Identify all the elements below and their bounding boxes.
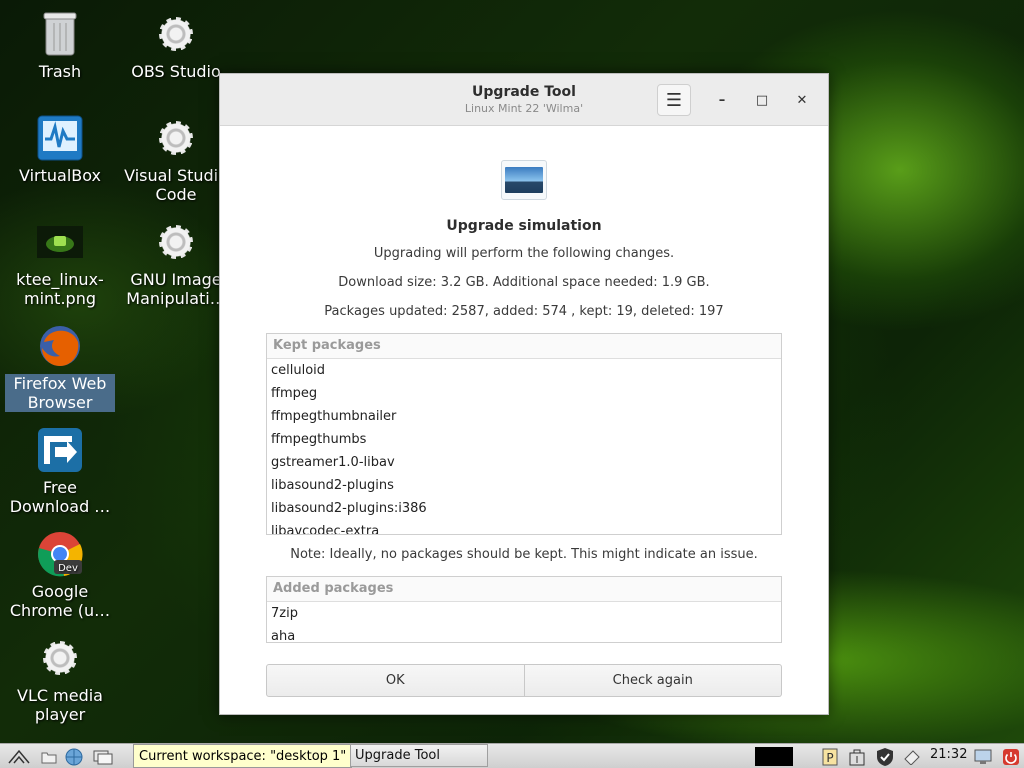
- added-packages-list[interactable]: Added packages 7zip aha: [266, 576, 782, 643]
- desktop-icon-vscode[interactable]: Visual Studio Code: [121, 114, 231, 204]
- power-icon[interactable]: [1000, 747, 1022, 766]
- list-item[interactable]: libavcodec-extra: [267, 520, 781, 534]
- ok-button[interactable]: OK: [266, 664, 525, 697]
- minimize-icon: –: [718, 92, 726, 108]
- dialog-buttons: OK Check again: [266, 664, 782, 697]
- download-size-text: Download size: 3.2 GB. Additional space …: [338, 275, 710, 290]
- gear-icon: [152, 10, 200, 58]
- firefox-icon: [36, 322, 84, 370]
- gear-icon: [152, 114, 200, 162]
- tray-blank-area: [755, 747, 793, 766]
- simulation-heading: Upgrade simulation: [446, 218, 602, 234]
- intro-text: Upgrading will perform the following cha…: [373, 246, 675, 261]
- close-button[interactable]: ✕: [792, 90, 812, 110]
- desktop-icon-label: Visual Studio Code: [124, 166, 228, 204]
- list-item[interactable]: ffmpeg: [267, 382, 781, 405]
- image-file-icon: [36, 218, 84, 266]
- packages-summary-text: Packages updated: 2587, added: 574 , kep…: [324, 304, 724, 319]
- window-subtitle: Linux Mint 22 'Wilma': [464, 102, 584, 115]
- download-manager-icon: [36, 426, 84, 474]
- desktop-icon-trash[interactable]: Trash: [5, 10, 115, 81]
- kept-packages-list[interactable]: Kept packages celluloid ffmpeg ffmpegthu…: [266, 333, 782, 535]
- desktop-icon-label: VLC media player: [17, 686, 103, 724]
- taskbar-task-upgrade-tool[interactable]: Upgrade Tool: [350, 744, 488, 767]
- upgrade-tool-window: Upgrade Tool Linux Mint 22 'Wilma' ☰ – □…: [219, 73, 829, 715]
- minimize-button[interactable]: –: [712, 90, 732, 110]
- desktop-icon-gimp[interactable]: GNU Image Manipulati…: [121, 218, 231, 308]
- list-item[interactable]: libasound2-plugins:i386: [267, 497, 781, 520]
- virtualbox-icon: [36, 114, 84, 162]
- maximize-icon: □: [755, 92, 769, 108]
- clock[interactable]: 21:32: [930, 747, 967, 762]
- svg-text:P: P: [826, 751, 833, 765]
- check-again-button[interactable]: Check again: [524, 664, 782, 697]
- show-desktop-icon[interactable]: [92, 747, 114, 766]
- desktop-icon-label: GNU Image Manipulati…: [126, 270, 226, 308]
- trash-icon: [36, 10, 84, 58]
- kept-packages-header[interactable]: Kept packages: [267, 334, 781, 359]
- list-item[interactable]: celluloid: [267, 359, 781, 382]
- folder-icon[interactable]: [40, 747, 58, 766]
- network-icon[interactable]: [902, 747, 922, 766]
- workspace-tooltip: Current workspace: "desktop 1": [133, 744, 353, 768]
- desktop-icon-label: Trash: [38, 62, 82, 81]
- desktop-icon-chrome-dev[interactable]: Dev Google Chrome (u…: [5, 530, 115, 620]
- display-icon[interactable]: [972, 747, 994, 766]
- desktop-icon-virtualbox[interactable]: VirtualBox: [5, 114, 115, 185]
- window-title: Upgrade Tool: [472, 84, 576, 100]
- start-menu-icon: [8, 749, 30, 763]
- window-content: Upgrade simulation Upgrading will perfor…: [220, 126, 828, 714]
- update-manager-icon[interactable]: [846, 747, 868, 766]
- desktop-icon-firefox[interactable]: Firefox Web Browser: [5, 322, 115, 412]
- desktop-icon-label: Google Chrome (u…: [9, 582, 111, 620]
- gear-icon: [152, 218, 200, 266]
- svg-text:Dev: Dev: [58, 563, 78, 574]
- desktop-icon-obs[interactable]: OBS Studio: [121, 10, 231, 81]
- browser-globe-icon[interactable]: [64, 747, 84, 766]
- start-menu-button[interactable]: [6, 747, 32, 766]
- desktop-icon-label: Firefox Web Browser: [5, 374, 115, 412]
- parcellite-icon[interactable]: P: [820, 747, 840, 766]
- desktop-icon-image-file[interactable]: ktee_linux-mint.png: [5, 218, 115, 308]
- hamburger-menu-button[interactable]: ☰: [657, 84, 691, 116]
- desktop-icon-vlc[interactable]: VLC media player: [5, 634, 115, 724]
- list-item[interactable]: 7zip: [267, 602, 781, 625]
- maximize-button[interactable]: □: [752, 90, 772, 110]
- kept-note-text: Note: Ideally, no packages should be kep…: [290, 547, 758, 562]
- desktop-icon-label: Free Download …: [9, 478, 111, 516]
- task-label: Upgrade Tool: [355, 748, 440, 763]
- shield-icon[interactable]: [874, 747, 896, 766]
- close-icon: ✕: [796, 92, 808, 108]
- upgrade-image-icon: [501, 160, 547, 200]
- list-item[interactable]: ffmpegthumbs: [267, 428, 781, 451]
- desktop-icon-label: OBS Studio: [131, 62, 221, 81]
- list-item[interactable]: libasound2-plugins: [267, 474, 781, 497]
- list-item[interactable]: ffmpegthumbnailer: [267, 405, 781, 428]
- desktop-icon-label: VirtualBox: [18, 166, 102, 185]
- window-titlebar[interactable]: Upgrade Tool Linux Mint 22 'Wilma' ☰ – □…: [220, 74, 828, 126]
- list-item[interactable]: aha: [267, 625, 781, 642]
- added-packages-header[interactable]: Added packages: [267, 577, 781, 602]
- gear-icon: [36, 634, 84, 682]
- list-item[interactable]: gstreamer1.0-libav: [267, 451, 781, 474]
- hamburger-menu-icon: ☰: [665, 89, 683, 111]
- chrome-dev-icon: Dev: [36, 530, 84, 578]
- desktop-icon-free-download[interactable]: Free Download …: [5, 426, 115, 516]
- desktop-icon-label: ktee_linux-mint.png: [16, 270, 104, 308]
